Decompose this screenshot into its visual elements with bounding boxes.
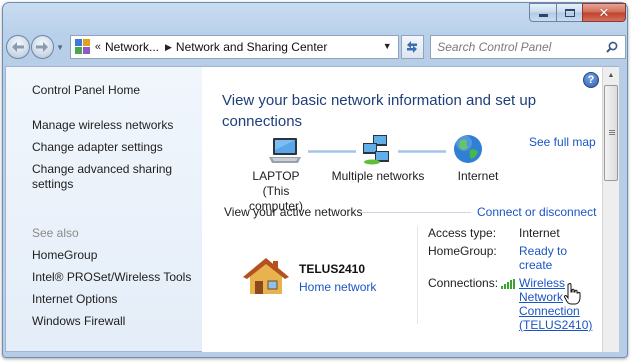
multiple-networks-label: Multiple networks [331, 169, 425, 183]
internet-label: Internet [457, 169, 499, 183]
hand-cursor-icon [563, 283, 581, 305]
minimize-button[interactable] [529, 3, 556, 22]
access-type-value: Internet [519, 226, 560, 240]
forward-button[interactable] [30, 35, 55, 59]
breadcrumb-network-sharing-center[interactable]: Network and Sharing Center [176, 40, 327, 54]
navigation-bar: ▼ « Network... ▶ Network and Sharing Cen… [6, 33, 626, 61]
vertical-scrollbar[interactable]: ▲ [602, 66, 619, 352]
manage-wireless-networks-link[interactable]: Manage wireless networks [32, 118, 173, 133]
back-button[interactable] [6, 35, 30, 59]
forward-arrow-icon [36, 42, 49, 52]
control-panel-icon [74, 39, 91, 55]
connect-or-disconnect-link[interactable]: Connect or disconnect [477, 205, 596, 219]
internet-options-link[interactable]: Internet Options [32, 292, 117, 307]
task-pane [5, 66, 202, 352]
see-full-map-link[interactable]: See full map [529, 135, 596, 149]
scroll-thumb[interactable] [604, 85, 618, 181]
page-title: View your basic network information and … [222, 92, 537, 130]
refresh-button[interactable] [400, 35, 425, 59]
connections-label: Connections: [428, 276, 499, 290]
access-type-label: Access type: [428, 226, 497, 240]
wireless-connection-link[interactable]: Wireless Network Connection (TELUS2410) [519, 276, 592, 332]
search-icon[interactable] [606, 41, 618, 53]
wireless-signal-icon [501, 279, 515, 289]
back-arrow-icon [11, 42, 24, 52]
map-link-1 [308, 150, 356, 153]
breadcrumb-overflow[interactable]: « [95, 41, 101, 53]
address-dropdown-icon[interactable]: ▼ [383, 41, 392, 51]
search-box[interactable] [430, 35, 626, 59]
homegroup-status-link[interactable]: Ready to create [519, 244, 567, 272]
section-divider [361, 212, 471, 213]
map-link-2 [398, 150, 446, 153]
wireless-connection-line-3[interactable]: Connection [519, 304, 592, 318]
help-icon: ? [587, 74, 595, 86]
maximize-button[interactable] [556, 3, 582, 22]
see-also-heading: See also [32, 226, 79, 240]
homegroup-status-line-1[interactable]: Ready to [519, 244, 567, 258]
breadcrumb-network[interactable]: Network... [105, 40, 159, 54]
address-bar[interactable]: « Network... ▶ Network and Sharing Cente… [69, 35, 399, 59]
search-input[interactable] [437, 37, 608, 57]
minimize-icon [538, 14, 548, 17]
change-advanced-sharing-settings-link[interactable]: Change advanced sharing settings [32, 162, 182, 192]
network-icon [363, 135, 389, 165]
close-button[interactable]: ✕ [582, 3, 626, 22]
caption-buttons: ✕ [529, 3, 626, 22]
change-adapter-settings-link[interactable]: Change adapter settings [32, 140, 163, 155]
help-button[interactable]: ? [583, 72, 599, 88]
computer-icon [269, 138, 301, 163]
globe-icon [454, 135, 482, 163]
refresh-icon [407, 41, 418, 53]
home-network-link[interactable]: Home network [299, 280, 376, 294]
maximize-icon [564, 8, 575, 17]
recent-pages-dropdown[interactable]: ▼ [56, 43, 66, 52]
house-icon [243, 258, 289, 294]
network-details-divider [417, 226, 418, 324]
homegroup-label: HomeGroup: [428, 244, 497, 258]
breadcrumb-separator-icon[interactable]: ▶ [165, 42, 172, 53]
laptop-label: LAPTOP [252, 169, 300, 183]
close-icon: ✕ [598, 5, 610, 20]
intel-proset-link[interactable]: Intel® PROSet/Wireless Tools [32, 270, 191, 285]
network-name: TELUS2410 [299, 262, 366, 276]
scroll-up-icon[interactable]: ▲ [603, 67, 619, 84]
active-networks-heading: View your active networks [224, 205, 363, 219]
windows-firewall-link[interactable]: Windows Firewall [32, 314, 125, 329]
control-panel-home-link[interactable]: Control Panel Home [32, 83, 140, 98]
homegroup-status-line-2[interactable]: create [519, 258, 567, 272]
homegroup-link[interactable]: HomeGroup [32, 248, 97, 263]
wireless-connection-line-1[interactable]: Wireless [519, 276, 592, 290]
wireless-connection-line-4[interactable]: (TELUS2410) [519, 318, 592, 332]
wireless-connection-line-2[interactable]: Network [519, 290, 592, 304]
